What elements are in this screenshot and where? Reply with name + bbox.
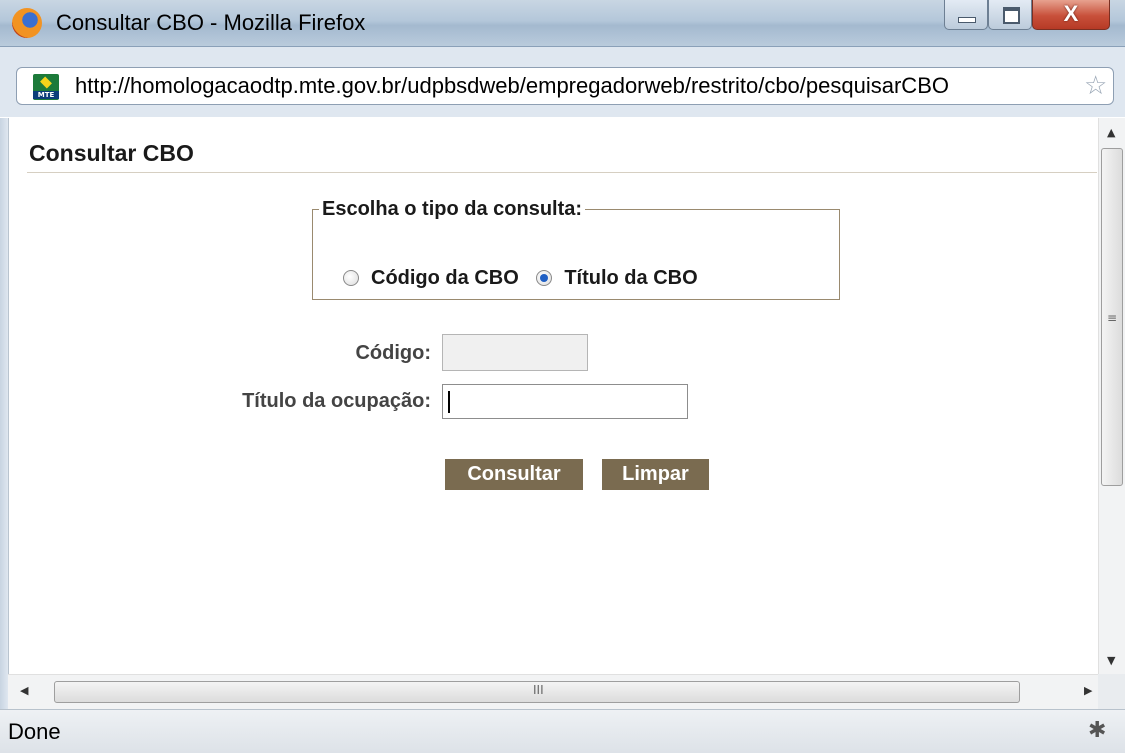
scrollbar-corner (1098, 674, 1125, 709)
query-type-radio-group: Código da CBO Título da CBO (343, 267, 710, 290)
scroll-left-icon[interactable]: ◀ (20, 684, 28, 697)
text-cursor (448, 391, 450, 413)
url-bar[interactable]: MTE http://homologacaodtp.mte.gov.br/udp… (16, 67, 1114, 105)
bug-icon[interactable]: ✱ (1088, 718, 1106, 743)
status-text: Done (8, 719, 61, 744)
window-left-border (0, 118, 8, 709)
titulo-input[interactable] (442, 384, 688, 419)
close-button[interactable]: X (1032, 0, 1110, 30)
window-title: Consultar CBO - Mozilla Firefox (56, 10, 366, 35)
radio-codigo-label[interactable]: Código da CBO (371, 267, 519, 289)
mte-site-icon[interactable]: MTE (33, 74, 59, 100)
page-content: Consultar CBO Escolha o tipo da consulta… (8, 118, 1099, 674)
page-title: Consultar CBO (29, 140, 194, 166)
scroll-up-icon[interactable]: ▲ (1107, 126, 1115, 139)
vertical-scrollbar[interactable]: ▲ ≡ ▼ (1098, 118, 1125, 674)
fieldset-legend: Escolha o tipo da consulta: (322, 198, 583, 220)
query-type-fieldset: Escolha o tipo da consulta: Código da CB… (312, 198, 840, 300)
scroll-right-icon[interactable]: ▶ (1084, 684, 1092, 697)
radio-codigo-cbo[interactable] (343, 270, 359, 286)
site-icon-label: MTE (33, 91, 59, 99)
firefox-icon (12, 8, 42, 38)
title-divider (27, 172, 1097, 173)
grip-icon: III (533, 683, 544, 697)
codigo-label: Código: (355, 342, 431, 364)
vertical-scroll-thumb[interactable]: ≡ (1101, 148, 1123, 486)
star-icon[interactable]: ☆ (1084, 71, 1107, 101)
status-bar: Done ✱ (0, 709, 1125, 753)
url-text[interactable]: http://homologacaodtp.mte.gov.br/udpbsdw… (75, 73, 949, 99)
radio-titulo-label[interactable]: Título da CBO (564, 267, 697, 289)
horizontal-scrollbar[interactable]: ◀ III ▶ (8, 674, 1098, 709)
horizontal-scroll-thumb[interactable]: III (54, 681, 1020, 703)
grip-icon: ≡ (1107, 311, 1118, 325)
navigation-toolbar: MTE http://homologacaodtp.mte.gov.br/udp… (0, 47, 1125, 117)
minimize-button[interactable] (944, 0, 988, 30)
maximize-button[interactable] (988, 0, 1032, 30)
close-icon: X (1063, 1, 1079, 26)
titulo-label: Título da ocupação: (242, 390, 431, 412)
scroll-down-icon[interactable]: ▼ (1107, 654, 1115, 667)
radio-titulo-cbo[interactable] (536, 270, 553, 286)
limpar-button[interactable]: Limpar (602, 459, 709, 490)
codigo-input (442, 334, 588, 371)
consultar-button[interactable]: Consultar (445, 459, 583, 490)
window-title-bar[interactable]: Consultar CBO - Mozilla Firefox X (0, 0, 1125, 47)
